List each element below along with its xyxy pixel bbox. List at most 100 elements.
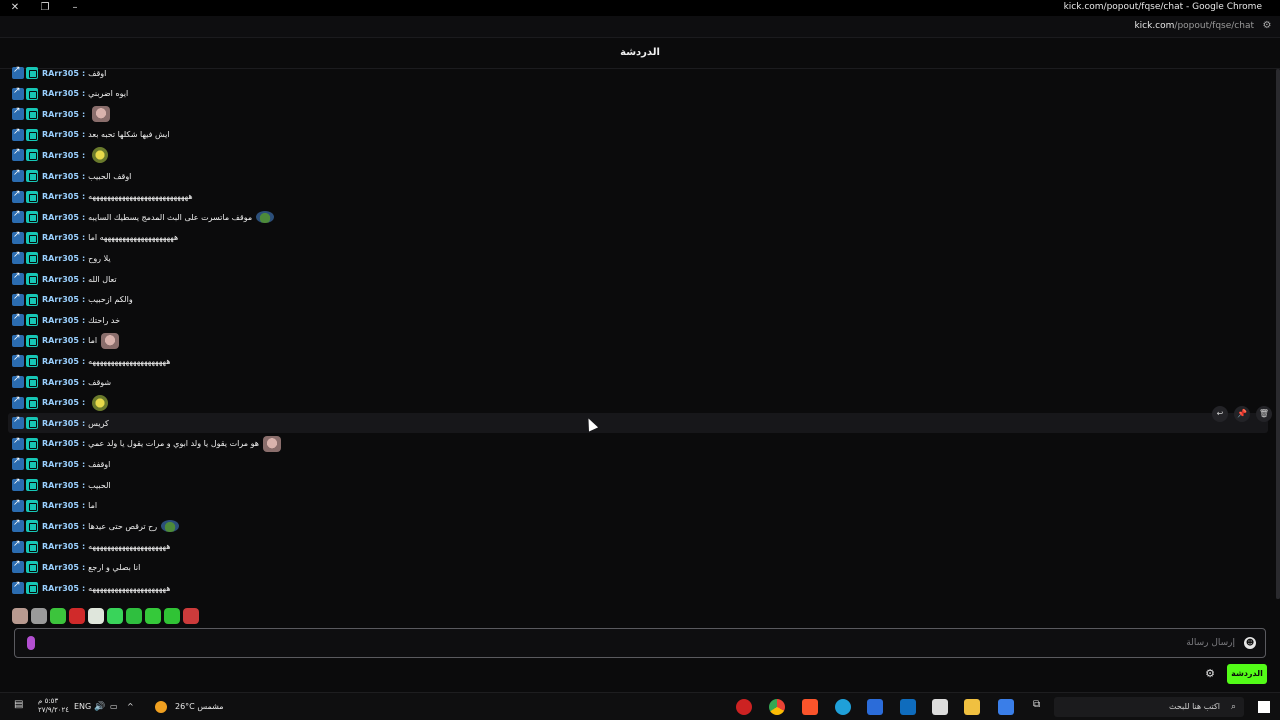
notification-icon[interactable]: ▤ [14,699,30,715]
scrollbar-thumb[interactable] [1276,69,1280,599]
clock[interactable]: ٥:٥٣ م ٢٧/٩/٢٠٢٤ [38,697,69,715]
edge-icon[interactable] [835,699,851,715]
chat-scrollbar[interactable] [1276,69,1280,599]
windows-start-icon[interactable] [1258,701,1270,713]
chat-username[interactable]: RArr305 [42,398,79,407]
weather-sun-icon[interactable] [155,701,167,713]
restore-window-icon[interactable]: ❐ [38,1,52,15]
ball-emote-icon[interactable] [88,608,104,624]
chat-username[interactable]: RArr305 [42,275,79,284]
close-window-icon[interactable]: ✕ [8,1,22,15]
url-text[interactable]: kick.com/popout/fqse/chat [1134,21,1254,31]
chat-message-row[interactable]: RArr305:موقف ماتسرت على البث المدمج يسطي… [8,207,1268,227]
green-blob-2-emote-icon[interactable] [164,608,180,624]
green-frog-emote-icon[interactable] [107,608,123,624]
chat-username[interactable]: RArr305 [42,481,79,490]
chat-message-row[interactable]: RArr305:هههههههههههههههههههههه [8,537,1268,557]
tray-chevron-icon[interactable]: ^ [127,702,134,711]
chat-message-row[interactable]: RArr305:اوقف الحبيب [8,166,1268,186]
vscode-icon[interactable] [867,699,883,715]
file-explorer-icon[interactable] [964,699,980,715]
chat-username[interactable]: RArr305 [42,542,79,551]
chat-username[interactable]: RArr305 [42,336,79,345]
green-ball-emote-icon[interactable] [126,608,142,624]
chat-message-row[interactable]: RArr305:هههههههههههههههههههههههههههه [8,187,1268,207]
pin-icon[interactable]: 📌 [1234,406,1250,422]
chat-message-row[interactable]: RArr305:تعال الله [8,269,1268,289]
chat-message-row[interactable]: RArr305:اما [8,331,1268,351]
chat-username[interactable]: RArr305 [42,69,79,78]
chat-message-row[interactable]: RArr305:هو مرات يقول يا ولد ابوي و مرات … [8,434,1268,454]
weather-text[interactable]: 26°C مشمس [175,702,224,711]
chat-message-row[interactable]: RArr305:اما [8,496,1268,516]
chat-username[interactable]: RArr305 [42,172,79,181]
network-icon[interactable]: ▭ [110,702,118,711]
chat-username[interactable]: RArr305 [42,501,79,510]
chat-message-row[interactable]: RArr305:انا بصلي و ارجع [8,557,1268,577]
chat-message-row[interactable]: RArr305:ايوه اضربني [8,84,1268,104]
minimize-window-icon[interactable]: – [68,1,82,15]
chat-message-row[interactable]: RArr305:هههههههههههههههههههههه [8,578,1268,598]
chat-username[interactable]: RArr305 [42,233,79,242]
chat-username[interactable]: RArr305 [42,439,79,448]
chat-message-row[interactable]: RArr305:والكم ازحبيب [8,290,1268,310]
chat-username[interactable]: RArr305 [42,522,79,531]
chat-username[interactable]: RArr305 [42,378,79,387]
chat-username[interactable]: RArr305 [42,357,79,366]
chat-message-list[interactable]: RArr305:اوقفRArr305:ايوه اضربنيRArr305:R… [0,63,1276,603]
chat-message-row[interactable]: RArr305:اوقفف [8,454,1268,474]
send-chat-button[interactable]: الدردشة [1227,664,1267,684]
task-view-icon[interactable]: ⧉ [1033,699,1049,715]
delete-icon[interactable]: 🗑 [1256,406,1272,422]
chat-message-row[interactable]: RArr305: [8,393,1268,413]
chat-message-row[interactable]: RArr305:الحبيب [8,475,1268,495]
chat-message-row[interactable]: RArr305:هههههههههههههههههههههه [8,351,1268,371]
chat-username[interactable]: RArr305 [42,584,79,593]
chat-username[interactable]: RArr305 [42,130,79,139]
address-bar[interactable]: kick.com/popout/fqse/chat ⚙ [0,16,1280,38]
chat-username[interactable]: RArr305 [42,295,79,304]
chat-username[interactable]: RArr305 [42,254,79,263]
chat-username[interactable]: RArr305 [42,316,79,325]
chat-message-input[interactable] [55,635,1235,651]
chat-username[interactable]: RArr305 [42,563,79,572]
chat-username[interactable]: RArr305 [42,110,79,119]
chat-message-row[interactable]: RArr305: [8,104,1268,124]
reply-icon[interactable]: ↩ [1212,406,1228,422]
chrome-icon[interactable] [769,699,785,715]
cat-emote-icon[interactable] [12,608,28,624]
chat-message-row[interactable]: RArr305:كريس [8,413,1268,434]
copilot-icon[interactable] [998,699,1014,715]
chat-username[interactable]: RArr305 [42,419,79,428]
store-icon[interactable] [932,699,948,715]
chat-username[interactable]: RArr305 [42,213,79,222]
red-face-emote-icon[interactable] [69,608,85,624]
mail-icon[interactable] [900,699,916,715]
chat-message-row[interactable]: RArr305:يلا روح [8,248,1268,268]
chat-message-row[interactable]: RArr305: [8,145,1268,165]
green-face-emote-icon[interactable] [50,608,66,624]
chat-settings-icon[interactable]: ⚙ [1204,668,1216,680]
emoji-picker-icon[interactable]: ☻ [1244,637,1256,649]
chat-username[interactable]: RArr305 [42,89,79,98]
volume-icon[interactable]: 🔊 [94,702,105,712]
input-language[interactable]: ENG [74,702,91,711]
chat-message-row[interactable]: RArr305:اوقف [8,63,1268,83]
app-red-circle-icon[interactable] [736,699,752,715]
chat-message-row[interactable]: RArr305:رح ترقص حتى عيدها [8,516,1268,536]
green-blob-emote-icon[interactable] [145,608,161,624]
chat-username[interactable]: RArr305 [42,460,79,469]
site-settings-icon[interactable]: ⚙ [1260,20,1274,34]
chat-message-row[interactable]: RArr305:خد راحتك [8,310,1268,330]
chat-message-row[interactable]: RArr305:ايش فيها شكلها تحبه بعد [8,125,1268,145]
grumpy-cat-emote-icon[interactable] [31,608,47,624]
mic-icon[interactable] [27,636,35,650]
chat-username[interactable]: RArr305 [42,151,79,160]
chat-input-box[interactable]: ☻ [14,628,1266,658]
chat-message-row[interactable]: RArr305:شوقف [8,372,1268,392]
brave-icon[interactable] [802,699,818,715]
chat-username[interactable]: RArr305 [42,192,79,201]
taskbar-search-box[interactable]: اكتب هنا للبحث ⌕ [1054,697,1244,717]
chat-message-row[interactable]: RArr305:ههههههههههههههههههههه اما [8,228,1268,248]
red-mouth-emote-icon[interactable] [183,608,199,624]
